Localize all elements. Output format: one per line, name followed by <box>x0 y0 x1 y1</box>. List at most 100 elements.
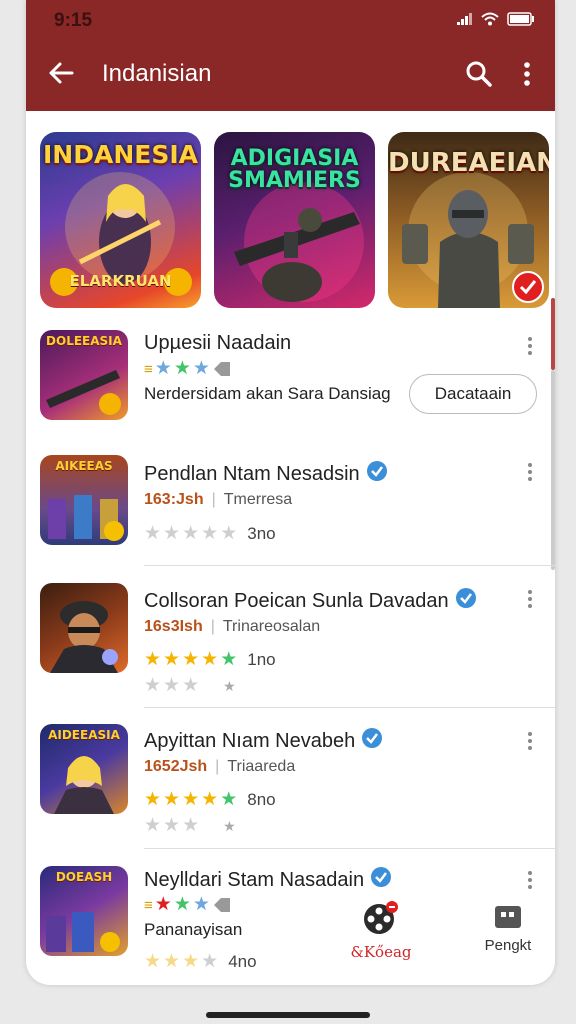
app-bar: 9:15 Indanisian <box>26 0 555 111</box>
download-button[interactable]: Dacataain <box>409 374 537 414</box>
star-icon: ★ <box>201 789 219 810</box>
app-title: Apyittan Nıam Nevabeh <box>144 727 383 753</box>
banner-subtitle: ELARKRUAN <box>69 272 172 290</box>
star-icon: ★ <box>154 358 172 379</box>
nav-label: &Kőeag <box>350 943 412 961</box>
scrollbar-track[interactable] <box>551 370 555 570</box>
app-description: Nerdersidam akan Sara Dansiag <box>144 384 391 403</box>
star-icon: ★ <box>220 523 238 544</box>
secondary-rating-stars: ★ ★ ★ ★ <box>144 676 236 696</box>
star-icon: ★ <box>192 358 210 379</box>
app-category: Tmerresa <box>223 491 293 508</box>
star-icon: ★ <box>144 951 162 972</box>
app-title-text: Apyittan Nıam Nevabeh <box>144 730 356 752</box>
star-icon: ★ <box>163 675 181 696</box>
search-icon[interactable] <box>465 60 493 88</box>
page-title: Indanisian <box>102 60 212 87</box>
wifi-icon <box>481 12 499 26</box>
app-subtitle: Pananayisan <box>144 920 243 939</box>
rating-stars: ≡ ★ ★ ★ <box>144 359 232 379</box>
bottom-navigation: &Kőeag Pengkt <box>308 885 555 985</box>
nav-item-pengkt[interactable]: Pengkt <box>468 905 548 954</box>
app-category: Trinareosalan <box>222 618 321 635</box>
star-icon: ★ <box>220 649 238 670</box>
rating-stars: ★ ★ ★ ★ ★ 8no <box>144 790 276 810</box>
star-icon: ★ <box>144 523 162 544</box>
app-thumbnail <box>40 583 128 673</box>
signal-icon <box>457 13 472 25</box>
star-icon: ★ <box>182 815 200 836</box>
star-icon: ★ <box>182 789 200 810</box>
star-icon: ★ <box>144 649 162 670</box>
star-icon: ★ <box>220 789 238 810</box>
banner-card[interactable]: DUREAEIAN <box>388 132 549 308</box>
app-meta: 16s3Ish | Trinareosalan <box>144 618 320 636</box>
banner-card[interactable]: ADIGIASIA SMAMIERS <box>214 132 375 308</box>
menu-lines-icon: ≡ <box>144 360 153 378</box>
review-count: 1no <box>247 650 276 669</box>
phone-screen: 9:15 Indanisian INDANESIA ELARKRUAN ADIG… <box>26 0 555 985</box>
nav-label: Pengkt <box>484 937 532 954</box>
app-price: 163:Jsh <box>144 491 204 508</box>
star-icon: ★ <box>163 951 181 972</box>
star-icon: ★ <box>144 675 162 696</box>
tablet-icon <box>495 906 521 928</box>
app-meta: 163:Jsh | Tmerresa <box>144 491 292 509</box>
app-title: Pendlan Ntam Nesadsin <box>144 460 388 486</box>
divider <box>144 707 555 708</box>
star-icon: ★ <box>144 789 162 810</box>
review-count: 8no <box>247 790 276 809</box>
more-vert-icon[interactable] <box>527 336 533 356</box>
separator: | <box>211 491 216 508</box>
star-icon: ★ <box>201 951 219 972</box>
app-price: 1652Jsh <box>144 758 208 775</box>
thumb-label: AIKEEAS <box>55 459 113 473</box>
app-thumbnail: DOEASH <box>40 866 128 956</box>
tag-icon <box>213 362 230 376</box>
separator: | <box>215 758 220 775</box>
app-title: Upµesii Naadain <box>144 332 292 354</box>
review-count: 4no <box>228 952 257 971</box>
app-category: Triaareda <box>227 758 296 775</box>
film-reel-icon <box>364 901 398 934</box>
home-indicator[interactable] <box>206 1012 370 1018</box>
scrollbar-thumb[interactable] <box>551 298 555 370</box>
star-icon: ★ <box>173 894 191 915</box>
verified-badge-icon <box>455 588 476 608</box>
app-thumbnail: AIDEEASIA <box>40 724 128 814</box>
star-icon: ★ <box>201 649 219 670</box>
nav-item-games[interactable]: &Kőeag <box>326 899 436 961</box>
tag-icon <box>213 898 230 912</box>
battery-icon <box>507 12 534 26</box>
more-vert-icon[interactable] <box>527 731 533 751</box>
more-vert-icon[interactable] <box>527 589 533 609</box>
star-icon: ★ <box>144 815 162 836</box>
star-icon: ★ <box>182 649 200 670</box>
more-vert-icon[interactable] <box>527 462 533 482</box>
rating-stars: ≡ ★ ★ ★ <box>144 895 232 915</box>
banner-title: INDANESIA <box>43 140 198 169</box>
status-icons <box>457 12 535 26</box>
app-title-text: Collsoran Poeican Sunla Davadan <box>144 590 449 612</box>
banner-card[interactable]: INDANESIA ELARKRUAN <box>40 132 201 308</box>
thumb-art <box>50 601 118 673</box>
star-icon: ★ <box>182 523 200 544</box>
thumb-label: DOEASH <box>55 870 113 884</box>
more-vert-icon[interactable] <box>521 60 533 88</box>
star-icon: ★ <box>192 894 210 915</box>
divider <box>144 848 555 849</box>
star-icon: ★ <box>223 818 236 834</box>
app-thumbnail: AIKEEAS <box>40 455 128 545</box>
app-meta: 1652Jsh | Triaareda <box>144 758 295 776</box>
verified-badge-icon <box>362 728 383 748</box>
app-thumbnail: DOLEEASIA <box>40 330 128 420</box>
star-icon: ★ <box>154 894 172 915</box>
back-arrow-icon[interactable] <box>46 58 76 88</box>
thumb-label: AIDEEASIA <box>48 728 120 742</box>
star-icon: ★ <box>223 678 236 694</box>
star-icon: ★ <box>163 649 181 670</box>
secondary-rating-stars: ★ ★ ★ ★ <box>144 816 236 836</box>
review-count: 3no <box>247 524 276 543</box>
play-badge-icon <box>512 271 544 303</box>
verified-badge-icon <box>366 461 387 481</box>
